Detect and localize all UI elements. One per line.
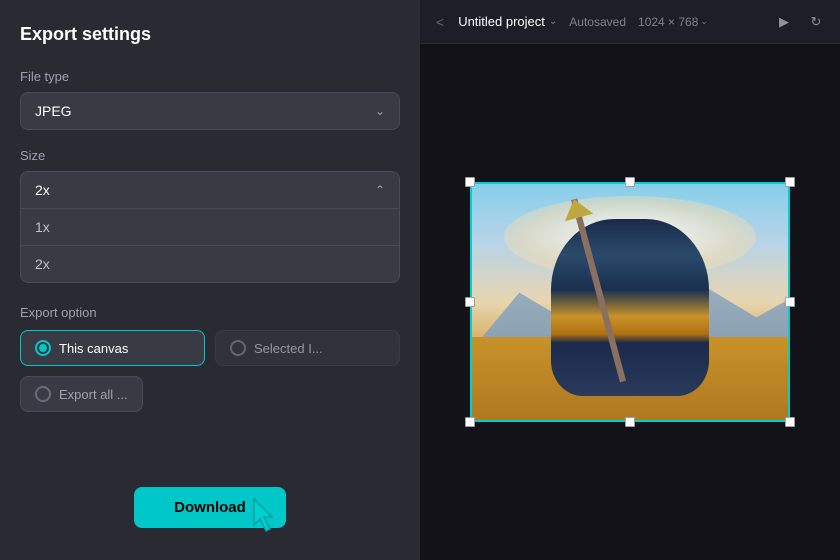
size-selected-item[interactable]: 2x ⌃ [21,172,399,209]
refresh-icon[interactable]: ↻ [802,8,830,36]
nav-back-button[interactable]: < [430,10,450,34]
size-label: Size [20,148,400,163]
autosaved-status: Autosaved [569,15,626,29]
radio-circle-inactive [230,340,246,356]
chevron-down-icon: ⌄ [375,104,385,118]
export-settings-panel: Export settings File type JPEG ⌄ Size 2x… [0,0,420,560]
canvas-frame [470,182,790,422]
export-option-group: This canvas Selected I... [20,330,400,366]
fantasy-artwork [472,184,788,420]
project-name: Untitled project ⌄ [458,14,557,29]
project-name-text: Untitled project [458,14,545,29]
handle-top-right[interactable] [785,177,795,187]
export-all-radio [35,386,51,402]
size-section: Size 2x ⌃ 1x 2x [20,148,400,301]
handle-middle-left[interactable] [465,297,475,307]
handle-middle-right[interactable] [785,297,795,307]
canvas-image [470,182,790,422]
file-type-label: File type [20,69,400,84]
download-area: Download [20,487,400,536]
size-option-2x[interactable]: 2x [21,245,399,282]
size-dropdown[interactable]: 2x ⌃ 1x 2x [20,171,400,283]
radio-circle-active [35,340,51,356]
canvas-panel: < Untitled project ⌄ Autosaved 1024 × 76… [420,0,840,560]
radio-inner-dot [39,344,47,352]
size-option-1x[interactable]: 1x [21,209,399,245]
size-chevron-icon: ⌄ [700,16,708,27]
top-bar: < Untitled project ⌄ Autosaved 1024 × 76… [420,0,840,44]
chevron-up-icon: ⌃ [375,183,385,197]
play-icon[interactable]: ▶ [770,8,798,36]
cursor-arrow-icon [250,497,282,538]
panel-title: Export settings [20,24,400,45]
size-selected-value: 2x [35,182,50,198]
selected-label: Selected I... [254,341,323,356]
handle-bottom-right[interactable] [785,417,795,427]
file-type-select[interactable]: JPEG ⌄ [20,92,400,130]
toolbar-icons: ▶ ↻ [770,8,830,36]
this-canvas-option[interactable]: This canvas [20,330,205,366]
canvas-dimensions: 1024 × 768 [638,15,698,29]
handle-top-center[interactable] [625,177,635,187]
export-all-option[interactable]: Export all ... [20,376,143,412]
file-type-value: JPEG [35,103,72,119]
handle-bottom-center[interactable] [625,417,635,427]
selected-option[interactable]: Selected I... [215,330,400,366]
handle-bottom-left[interactable] [465,417,475,427]
export-option-label: Export option [20,305,400,320]
canvas-size: 1024 × 768 ⌄ [638,15,708,29]
handle-top-left[interactable] [465,177,475,187]
canvas-area[interactable] [420,44,840,560]
export-all-label: Export all ... [59,387,128,402]
project-chevron-icon: ⌄ [549,16,557,27]
this-canvas-label: This canvas [59,341,128,356]
